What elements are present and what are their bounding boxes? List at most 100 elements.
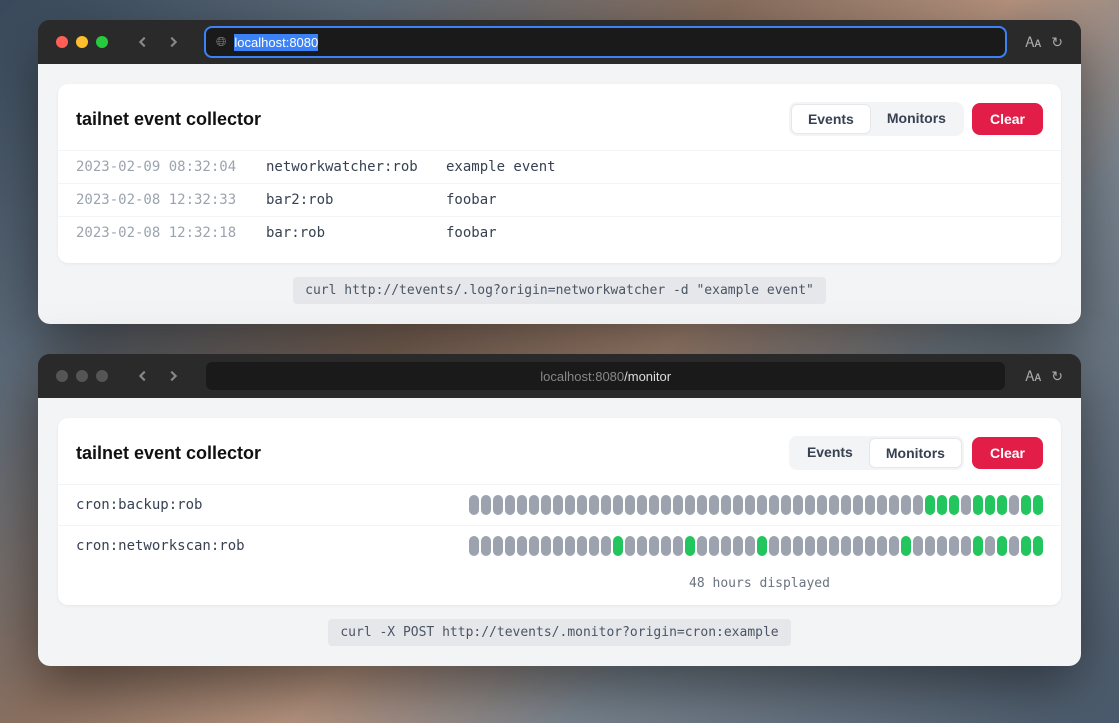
browser-window-monitors: localhost:8080/monitor 🗛 ↻ tailnet event… [38, 354, 1081, 666]
status-pill [517, 536, 527, 556]
event-card: tailnet event collector Events Monitors … [58, 84, 1061, 263]
forward-button[interactable] [160, 363, 186, 389]
status-pill [925, 495, 935, 515]
forward-button[interactable] [160, 29, 186, 55]
status-pill [481, 495, 491, 515]
status-pill [529, 536, 539, 556]
status-pill [697, 495, 707, 515]
status-pill [589, 536, 599, 556]
status-pill [961, 536, 971, 556]
status-pill [625, 536, 635, 556]
status-pill [985, 495, 995, 515]
status-pill [541, 495, 551, 515]
monitor-row: cron:networkscan:rob [58, 525, 1061, 566]
status-pill [721, 536, 731, 556]
reload-icon[interactable]: ↻ [1051, 34, 1063, 51]
tab-events[interactable]: Events [791, 104, 871, 134]
toolbar-right: 🗛 ↻ [1025, 368, 1063, 385]
back-button[interactable] [130, 363, 156, 389]
status-pill [649, 495, 659, 515]
nav-arrows [130, 29, 186, 55]
event-message: foobar [446, 192, 497, 208]
status-pill [937, 536, 947, 556]
status-pill [721, 495, 731, 515]
status-pill [613, 495, 623, 515]
status-pill [793, 495, 803, 515]
traffic-lights [56, 370, 108, 382]
status-pill [829, 495, 839, 515]
status-pill [841, 495, 851, 515]
minimize-button[interactable] [76, 36, 88, 48]
globe-icon: 🌐︎ [216, 34, 226, 50]
clear-button[interactable]: Clear [972, 437, 1043, 469]
status-pill [529, 495, 539, 515]
url-bar[interactable]: localhost:8080/monitor [206, 362, 1005, 390]
curl-example: curl -X POST http://tevents/.monitor?ori… [328, 619, 790, 646]
reload-icon[interactable]: ↻ [1051, 368, 1063, 385]
close-button[interactable] [56, 36, 68, 48]
status-pill [601, 495, 611, 515]
maximize-button[interactable] [96, 370, 108, 382]
status-pill [637, 536, 647, 556]
status-pill [757, 495, 767, 515]
titlebar: 🌐︎ localhost:8080 🗛 ↻ [38, 20, 1081, 64]
status-pill [793, 536, 803, 556]
status-pill [865, 495, 875, 515]
event-timestamp: 2023-02-08 12:32:18 [76, 225, 246, 241]
status-pill [613, 536, 623, 556]
status-pill [889, 536, 899, 556]
minimize-button[interactable] [76, 370, 88, 382]
event-row: 2023-02-09 08:32:04 networkwatcher:rob e… [58, 150, 1061, 183]
status-pill [733, 536, 743, 556]
status-pill [973, 495, 983, 515]
status-pill [685, 495, 695, 515]
translate-icon[interactable]: 🗛 [1025, 368, 1041, 385]
status-pill [577, 495, 587, 515]
status-pill [817, 536, 827, 556]
tab-monitors[interactable]: Monitors [869, 438, 962, 468]
maximize-button[interactable] [96, 36, 108, 48]
page-content: tailnet event collector Events Monitors … [38, 64, 1081, 324]
url-text: localhost:8080 [234, 35, 318, 50]
status-pill [829, 536, 839, 556]
status-pill [997, 536, 1007, 556]
status-pill [493, 495, 503, 515]
status-pill [709, 536, 719, 556]
status-pill [925, 536, 935, 556]
status-pill [601, 536, 611, 556]
clear-button[interactable]: Clear [972, 103, 1043, 135]
back-button[interactable] [130, 29, 156, 55]
monitor-row: cron:backup:rob [58, 484, 1061, 525]
status-pill [949, 536, 959, 556]
status-pill [853, 495, 863, 515]
status-pill [517, 495, 527, 515]
status-pill [901, 536, 911, 556]
toolbar-right: 🗛 ↻ [1025, 34, 1063, 51]
status-pill [913, 536, 923, 556]
status-pill [937, 495, 947, 515]
event-origin: networkwatcher:rob [266, 159, 426, 175]
status-pill [469, 495, 479, 515]
status-pill [781, 536, 791, 556]
tab-monitors[interactable]: Monitors [871, 104, 962, 134]
status-pill [1033, 536, 1043, 556]
translate-icon[interactable]: 🗛 [1025, 34, 1041, 51]
close-button[interactable] [56, 370, 68, 382]
status-pill [673, 495, 683, 515]
status-pill [985, 536, 995, 556]
curl-example: curl http://tevents/.log?origin=networkw… [293, 277, 826, 304]
status-pill [505, 495, 515, 515]
status-pill [505, 536, 515, 556]
status-pill [889, 495, 899, 515]
status-pill [481, 536, 491, 556]
status-pill [913, 495, 923, 515]
status-pill [1009, 536, 1019, 556]
browser-window-events: 🌐︎ localhost:8080 🗛 ↻ tailnet event coll… [38, 20, 1081, 324]
status-pill [901, 495, 911, 515]
url-bar[interactable]: 🌐︎ localhost:8080 [206, 28, 1005, 56]
monitor-pills [469, 536, 1043, 556]
status-pill [553, 536, 563, 556]
status-pill [841, 536, 851, 556]
status-pill [1009, 495, 1019, 515]
tab-events[interactable]: Events [791, 438, 869, 468]
